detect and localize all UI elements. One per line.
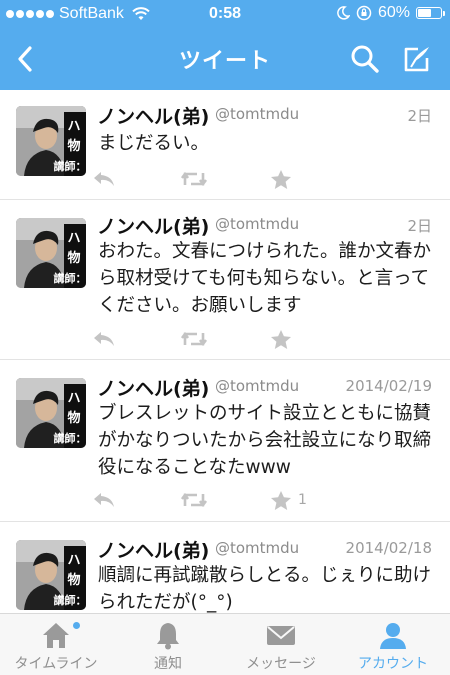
retweet-button[interactable]: [180, 327, 208, 351]
avatar-photo: ハ 物 講師：: [16, 540, 86, 610]
retweet-icon: [180, 492, 208, 508]
moon-icon: [337, 6, 350, 20]
svg-text:講師：: 講師：: [54, 431, 87, 445]
avatar[interactable]: ハ 物 講師：: [16, 540, 86, 610]
tab-label: タイムライン: [14, 656, 98, 672]
tab-account[interactable]: アカウント: [337, 614, 449, 675]
battery-percent: 60%: [377, 4, 410, 21]
display-name[interactable]: ノンヘル(弟): [97, 212, 209, 239]
compose-button[interactable]: [400, 42, 434, 76]
avatar[interactable]: ハ 物 講師：: [16, 218, 86, 288]
avatar-photo: ハ 物 講師：: [16, 218, 86, 288]
envelope-icon: [225, 620, 337, 650]
tweet-card[interactable]: ハ 物 講師： ノンヘル(弟) @tomtmdu 2014/02/18 順調に再…: [0, 522, 450, 613]
tweet-card[interactable]: ハ 物 講師： ノンヘル(弟) @tomtmdu 2日 おわた。文春につけられた…: [0, 200, 450, 360]
svg-text:講師：: 講師：: [54, 159, 87, 173]
display-name[interactable]: ノンヘル(弟): [97, 536, 209, 563]
page-title: ツイート: [178, 49, 271, 74]
tweet-text: まじだるい。: [98, 133, 210, 154]
favorite-button[interactable]: [270, 167, 298, 191]
tweet-text: ブレスレットのサイト設立とともに協賛がかなりついたから会社設立になり取締役になる…: [98, 403, 432, 478]
tab-timeline[interactable]: タイムライン: [0, 614, 112, 675]
user-handle[interactable]: @tomtmdu: [215, 377, 299, 395]
tweet-header: ノンヘル(弟) @tomtmdu 2日: [97, 212, 432, 238]
tweet-date: 2014/02/18: [345, 539, 432, 557]
avatar-photo: ハ 物 講師：: [16, 378, 86, 448]
svg-text:ハ: ハ: [67, 231, 80, 246]
status-bar: SoftBank 0:58 60%: [0, 0, 450, 30]
status-right: 60%: [336, 4, 445, 22]
tweet-header: ノンヘル(弟) @tomtmdu 2日: [97, 102, 432, 128]
tab-label: アカウント: [358, 656, 428, 672]
svg-text:ハ: ハ: [67, 553, 80, 568]
favorite-count: 1: [298, 492, 307, 508]
tweet-actions: 1: [92, 488, 332, 512]
svg-text:ハ: ハ: [67, 391, 80, 406]
tweet-text: おわた。文春につけられた。誰か文春から取材受けても何も知らない。と言ってください…: [98, 241, 432, 316]
tweet-date: 2日: [407, 217, 432, 235]
avatar[interactable]: ハ 物 講師：: [16, 106, 86, 176]
tweet-date: 2014/02/19: [345, 377, 432, 395]
tweet-card[interactable]: ハ 物 講師： ノンヘル(弟) @tomtmdu 2014/02/19 ブレスレ…: [0, 360, 450, 522]
tweet-card[interactable]: ハ 物 講師： ノンヘル(弟) @tomtmdu 2日 まじだるい。: [0, 90, 450, 200]
tweet-text: 順調に再試蹴散らしとる。じぇりに助けられただが(°_°): [98, 565, 432, 613]
svg-text:物: 物: [67, 250, 80, 266]
new-tweets-badge: [73, 622, 80, 629]
compose-icon: [404, 47, 429, 72]
svg-text:物: 物: [67, 410, 80, 426]
reply-button[interactable]: [92, 327, 116, 351]
avatar[interactable]: ハ 物 講師：: [16, 378, 86, 448]
search-button[interactable]: [348, 42, 382, 76]
favorite-button[interactable]: [270, 327, 298, 351]
star-icon: [271, 169, 291, 189]
rotation-lock-icon: [356, 5, 372, 21]
star-icon: [271, 490, 291, 510]
tab-notifications[interactable]: 通知: [112, 614, 224, 675]
favorite-button[interactable]: 1: [270, 488, 307, 512]
retweet-icon: [180, 331, 208, 347]
user-handle[interactable]: @tomtmdu: [215, 215, 299, 233]
battery-level: [418, 9, 431, 17]
svg-text:講師：: 講師：: [54, 271, 87, 285]
battery-icon: [416, 7, 445, 19]
home-icon: [0, 620, 112, 650]
tweet-header: ノンヘル(弟) @tomtmdu 2014/02/18: [97, 536, 432, 562]
svg-text:物: 物: [67, 138, 80, 154]
tweet-list[interactable]: ハ 物 講師： ノンヘル(弟) @tomtmdu 2日 まじだるい。 ハ 物 講…: [0, 90, 450, 613]
reply-button[interactable]: [92, 488, 116, 512]
tab-label: メッセージ: [246, 656, 316, 672]
tab-messages[interactable]: メッセージ: [225, 614, 337, 675]
reply-icon: [94, 172, 114, 186]
person-icon: [337, 620, 449, 650]
tweet-date: 2日: [407, 107, 432, 125]
user-handle[interactable]: @tomtmdu: [215, 105, 299, 123]
svg-text:物: 物: [67, 572, 80, 588]
reply-icon: [94, 493, 114, 507]
tweet-actions: [92, 327, 332, 351]
reply-button[interactable]: [92, 167, 116, 191]
search-icon: [351, 45, 379, 73]
retweet-button[interactable]: [180, 167, 208, 191]
nav-bar: ツイート: [0, 30, 450, 90]
tab-label: 通知: [154, 656, 182, 672]
display-name[interactable]: ノンヘル(弟): [97, 102, 209, 129]
reply-icon: [94, 332, 114, 346]
retweet-icon: [180, 171, 208, 187]
user-handle[interactable]: @tomtmdu: [215, 539, 299, 557]
tweet-actions: [92, 167, 332, 191]
star-icon: [271, 329, 291, 349]
avatar-photo: ハ 物 講師：: [16, 106, 86, 176]
svg-text:講師：: 講師：: [54, 593, 87, 607]
bell-icon: [112, 620, 224, 650]
tweet-header: ノンヘル(弟) @tomtmdu 2014/02/19: [97, 374, 432, 400]
retweet-button[interactable]: [180, 488, 208, 512]
display-name[interactable]: ノンヘル(弟): [97, 374, 209, 401]
app-header: SoftBank 0:58 60% ツイート: [0, 0, 450, 90]
tab-bar: タイムライン 通知 メッセージ アカウント: [0, 613, 450, 675]
svg-text:ハ: ハ: [67, 119, 80, 134]
